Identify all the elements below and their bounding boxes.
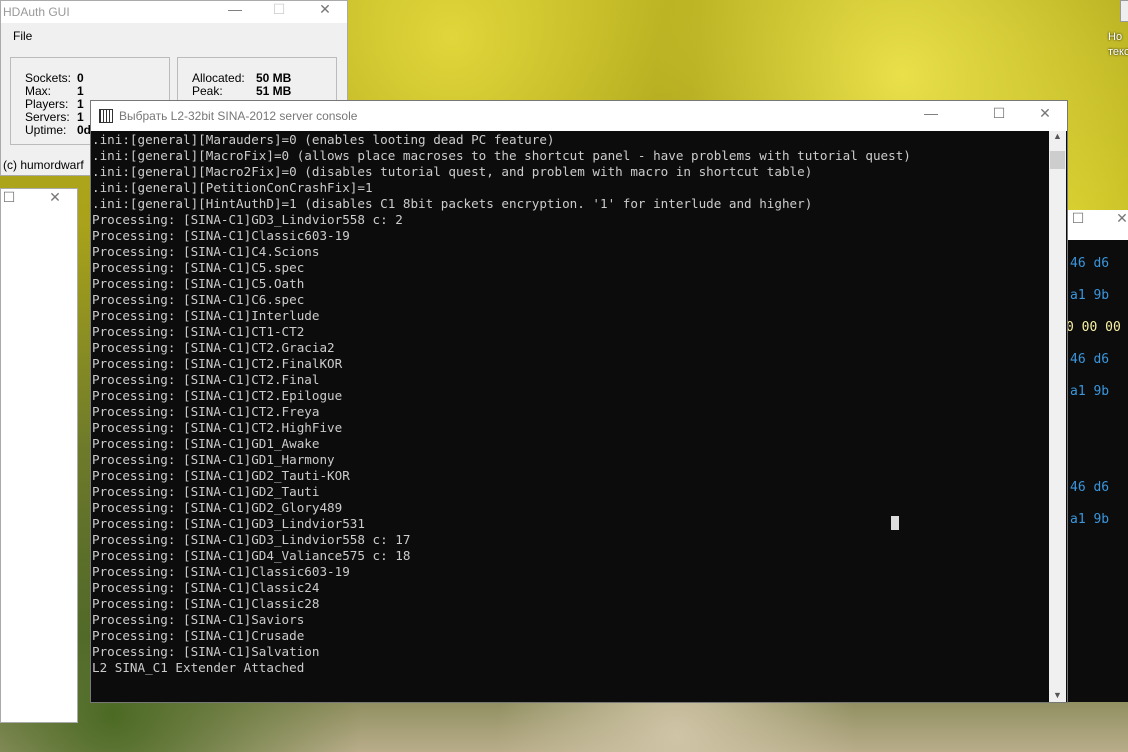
- console-line: Processing: [SINA-C1]GD1_Awake: [92, 436, 320, 451]
- console-line: Processing: [SINA-C1]Crusade: [92, 628, 305, 643]
- window-title: Выбрать L2-32bit SINA-2012 server consol…: [119, 109, 358, 123]
- background-window-left: ☐ ✕: [0, 188, 78, 723]
- close-button[interactable]: ✕: [1023, 105, 1067, 122]
- memory-label: Peak:: [192, 84, 223, 98]
- desktop-icon-text-document[interactable]: Но текс: [1100, 0, 1128, 62]
- title-bar: Выбрать L2-32bit SINA-2012 server consol…: [91, 101, 1067, 131]
- console-line: Processing: [SINA-C1]Classic603-19: [92, 564, 350, 579]
- console-line: Processing: [SINA-C1]Classic24: [92, 580, 320, 595]
- console-line: Processing: [SINA-C1]Classic603-19: [92, 228, 350, 243]
- title-bar: ☐ ✕: [1068, 210, 1128, 240]
- hex-dump-fragment: 46 d6: [1070, 480, 1110, 495]
- close-button[interactable]: ✕: [33, 189, 77, 206]
- close-button[interactable]: ✕: [303, 1, 347, 18]
- server-console-window: Выбрать L2-32bit SINA-2012 server consol…: [90, 100, 1068, 703]
- mouse-cursor: [891, 516, 899, 530]
- footer-credit: (c) humordwarf: [3, 158, 84, 172]
- hex-dump-fragment: a1 9b: [1070, 384, 1110, 399]
- console-line: Processing: [SINA-C1]C4.Scions: [92, 244, 320, 259]
- console-line: Processing: [SINA-C1]C5.spec: [92, 260, 305, 275]
- background-console-right: ☐ ✕ 46 d6 a1 9b 0 00 00 46 d6 a1 9b 46 d6 a1 9…: [1066, 210, 1128, 702]
- console-line: Processing: [SINA-C1]GD2_Glory489: [92, 500, 343, 515]
- window-title: HDAuth GUI: [3, 5, 70, 19]
- console-line: Processing: [SINA-C1]Salvation: [92, 644, 320, 659]
- console-line: .ini:[general][Marauders]=0 (enables loo…: [92, 132, 555, 147]
- menu-file[interactable]: File: [1, 23, 347, 49]
- console-line: Processing: [SINA-C1]CT2.FinalKOR: [92, 356, 343, 371]
- stat-label: Uptime:: [25, 123, 67, 137]
- title-bar: HDAuth GUI — ☐ ✕: [1, 1, 347, 23]
- console-line: Processing: [SINA-C1]GD2_Tauti-KOR: [92, 468, 350, 483]
- vertical-scrollbar[interactable]: ▲ ▼: [1049, 131, 1066, 702]
- hex-dump-fragment: 46 d6: [1070, 352, 1110, 367]
- console-line: L2 SINA_C1 Extender Attached: [92, 660, 305, 675]
- memory-row: Peak: 51 MB: [192, 85, 336, 98]
- minimize-button[interactable]: —: [213, 1, 257, 17]
- scroll-thumb[interactable]: [1050, 151, 1065, 169]
- desktop-icon-label: Но текс: [1108, 31, 1128, 58]
- console-line: Processing: [SINA-C1]Classic28: [92, 596, 320, 611]
- maximize-button[interactable]: ☐: [0, 189, 31, 206]
- console-line: Processing: [SINA-C1]GD3_Lindvior558 c: …: [92, 212, 403, 227]
- console-line: Processing: [SINA-C1]GD2_Tauti: [92, 484, 320, 499]
- memory-value: 51 MB: [256, 84, 292, 98]
- console-line: Processing: [SINA-C1]CT2.Gracia2: [92, 340, 335, 355]
- hex-dump-fragment: 46 d6: [1070, 256, 1110, 271]
- console-line: Processing: [SINA-C1]C6.spec: [92, 292, 305, 307]
- hex-dump-fragment: a1 9b: [1070, 512, 1110, 527]
- console-line: Processing: [SINA-C1]C5.Oath: [92, 276, 305, 291]
- console-output: .ini:[general][Marauders]=0 (enables loo…: [92, 132, 1050, 676]
- console-line: Processing: [SINA-C1]CT2.HighFive: [92, 420, 343, 435]
- console-line: Processing: [SINA-C1]Interlude: [92, 308, 320, 323]
- console-line: Processing: [SINA-C1]GD3_Lindvior558 c: …: [92, 532, 411, 547]
- close-button[interactable]: ✕: [1100, 210, 1128, 227]
- console-line: Processing: [SINA-C1]CT2.Final: [92, 372, 320, 387]
- scroll-up-icon[interactable]: ▲: [1049, 131, 1066, 141]
- scroll-down-icon[interactable]: ▼: [1049, 690, 1066, 700]
- maximize-button[interactable]: ☐: [977, 105, 1021, 122]
- title-bar: ☐ ✕: [1, 189, 77, 219]
- minimize-button[interactable]: —: [909, 105, 953, 121]
- console-line: Processing: [SINA-C1]GD1_Harmony: [92, 452, 335, 467]
- console-line: Processing: [SINA-C1]GD3_Lindvior531: [92, 516, 365, 531]
- stat-value: 0d: [77, 123, 92, 137]
- console-line: Processing: [SINA-C1]CT2.Freya: [92, 404, 320, 419]
- maximize-button[interactable]: ☐: [257, 1, 301, 18]
- console-line: Processing: [SINA-C1]Saviors: [92, 612, 305, 627]
- hex-dump-fragment: a1 9b: [1070, 288, 1110, 303]
- console-line: Processing: [SINA-C1]CT1-CT2: [92, 324, 305, 339]
- console-line: .ini:[general][MacroFix]=0 (allows place…: [92, 148, 911, 163]
- console-line: .ini:[general][PetitionConCrashFix]=1: [92, 180, 373, 195]
- console-app-icon: [99, 109, 113, 123]
- console-line: Processing: [SINA-C1]CT2.Epilogue: [92, 388, 343, 403]
- console-line: .ini:[general][HintAuthD]=1 (disables C1…: [92, 196, 813, 211]
- document-icon: [1120, 0, 1128, 22]
- hex-dump-fragment: 0 00 00: [1066, 320, 1121, 335]
- console-line: .ini:[general][Macro2Fix]=0 (disables tu…: [92, 164, 813, 179]
- console-line: Processing: [SINA-C1]GD4_Valiance575 c: …: [92, 548, 411, 563]
